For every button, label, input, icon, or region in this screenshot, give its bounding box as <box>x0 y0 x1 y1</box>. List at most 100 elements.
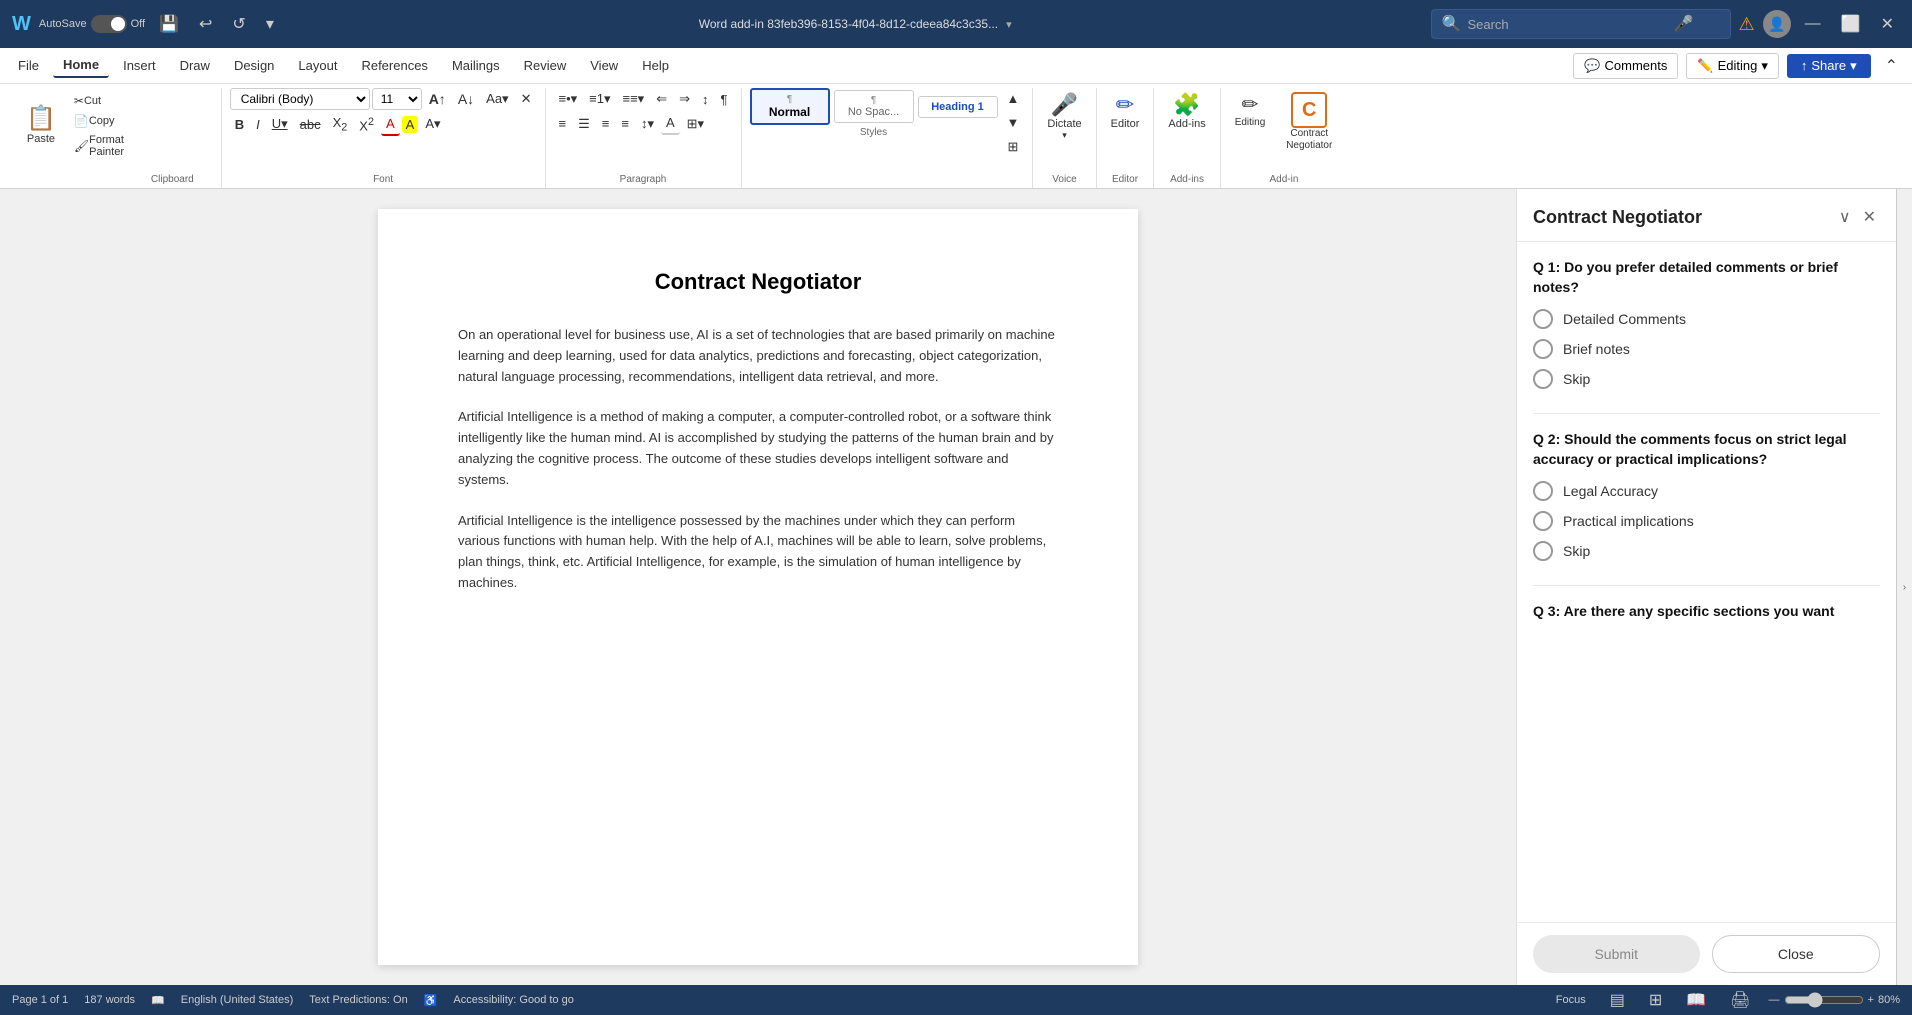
mic-icon[interactable]: 🎤 <box>1673 14 1693 34</box>
align-left-button[interactable]: ≡ <box>554 113 572 134</box>
menu-layout[interactable]: Layout <box>288 54 347 77</box>
show-marks-button[interactable]: ¶ <box>716 89 733 110</box>
italic-button[interactable]: I <box>251 114 265 135</box>
view-read-button[interactable]: 📖 <box>1680 986 1712 1014</box>
copy-button[interactable]: 📄 Copy <box>68 112 130 130</box>
radio-detailed-comments[interactable]: Detailed Comments <box>1533 309 1880 329</box>
font-color-button[interactable]: A <box>381 113 400 136</box>
superscript-button[interactable]: X2 <box>354 113 379 136</box>
underline-button[interactable]: U▾ <box>267 113 293 135</box>
radio-skip-q2[interactable]: Skip <box>1533 541 1880 561</box>
shrink-font-button[interactable]: A↓ <box>453 88 479 110</box>
styles-up-button[interactable]: ▲ <box>1002 88 1025 109</box>
cut-button[interactable]: ✂ Cut <box>68 92 130 110</box>
dictate-button[interactable]: 🎤 Dictate ▾ <box>1041 88 1087 145</box>
sidebar-collapse-tab[interactable]: › <box>1896 189 1912 985</box>
menu-help[interactable]: Help <box>632 54 679 77</box>
autosave-pill[interactable] <box>91 15 127 33</box>
zoom-decrease-icon[interactable]: — <box>1769 994 1780 1006</box>
bullets-button[interactable]: ≡•▾ <box>554 88 583 110</box>
addins-button[interactable]: 🧩 Add-ins <box>1162 88 1211 134</box>
radio-practical-implications[interactable]: Practical implications <box>1533 511 1880 531</box>
radio-skip-q1[interactable]: Skip <box>1533 369 1880 389</box>
menu-insert[interactable]: Insert <box>113 54 166 77</box>
view-print-button[interactable]: 🖨 <box>1724 986 1756 1014</box>
sort-button[interactable]: ↕ <box>697 89 714 110</box>
zoom-increase-icon[interactable]: + <box>1868 994 1874 1006</box>
style-heading1[interactable]: Heading 1 <box>918 96 998 118</box>
view-normal-button[interactable]: ▤ <box>1604 986 1631 1014</box>
search-bar[interactable]: 🔍 🎤 <box>1431 9 1731 39</box>
comments-button[interactable]: 💬 Comments <box>1573 53 1678 79</box>
multilevel-button[interactable]: ≡≡▾ <box>618 88 650 110</box>
radio-legal-accuracy[interactable]: Legal Accuracy <box>1533 481 1880 501</box>
menu-file[interactable]: File <box>8 54 49 77</box>
menu-review[interactable]: Review <box>514 54 577 77</box>
change-case-button[interactable]: Aa▾ <box>481 88 513 110</box>
editing-button[interactable]: ✏️ Editing ▾ <box>1686 53 1778 79</box>
minimize-button[interactable]: — <box>1799 11 1827 37</box>
borders-button[interactable]: ⊞▾ <box>682 113 709 135</box>
radio-brief-notes[interactable]: Brief notes <box>1533 339 1880 359</box>
char-shading-button[interactable]: A▾ <box>420 113 445 135</box>
menu-references[interactable]: References <box>351 54 437 77</box>
align-center-button[interactable]: ☰ <box>573 113 595 135</box>
accessibility-label[interactable]: Accessibility: Good to go <box>453 994 573 1006</box>
style-normal[interactable]: ¶ Normal <box>750 88 830 125</box>
language[interactable]: English (United States) <box>181 994 294 1006</box>
redo-button[interactable]: ↺ <box>226 10 251 38</box>
clear-formatting-button[interactable]: ✕ <box>516 88 537 110</box>
text-predictions[interactable]: Text Predictions: On <box>309 994 407 1006</box>
menu-home[interactable]: Home <box>53 53 109 78</box>
editing-ribbon-button[interactable]: ✏ Editing <box>1229 88 1272 132</box>
contract-negotiator-ribbon-button[interactable]: C ContractNegotiator <box>1279 88 1339 156</box>
increase-indent-button[interactable]: ⇒ <box>674 88 695 110</box>
menu-mailings[interactable]: Mailings <box>442 54 510 77</box>
strikethrough-button[interactable]: abc <box>295 114 326 135</box>
radio-circle-brief[interactable] <box>1533 339 1553 359</box>
subscript-button[interactable]: X2 <box>328 112 353 137</box>
zoom-slider[interactable] <box>1784 992 1864 1008</box>
editor-button[interactable]: ✏ Editor <box>1105 88 1146 134</box>
bold-button[interactable]: B <box>230 114 249 135</box>
styles-expand-button[interactable]: ⊞ <box>1002 136 1025 158</box>
sidebar-chevron-down-button[interactable]: ∨ <box>1835 203 1855 231</box>
radio-circle-skip-q1[interactable] <box>1533 369 1553 389</box>
document-area[interactable]: Contract Negotiator On an operational le… <box>0 189 1516 985</box>
customize-qat-button[interactable]: ▾ <box>260 10 280 38</box>
undo-button[interactable]: ↩ <box>193 10 218 38</box>
avatar[interactable]: 👤 <box>1763 10 1791 38</box>
ribbon-collapse-button[interactable]: ⌃ <box>1879 52 1904 80</box>
sidebar-close-button[interactable]: ✕ <box>1859 203 1880 231</box>
style-no-spacing[interactable]: ¶ No Spac... <box>834 90 914 123</box>
font-size-selector[interactable]: 11 <box>372 88 422 110</box>
justify-button[interactable]: ≡ <box>616 113 634 134</box>
close-panel-button[interactable]: Close <box>1712 935 1881 973</box>
format-painter-button[interactable]: 🖌 Format Painter <box>68 132 130 160</box>
styles-down-button[interactable]: ▼ <box>1002 112 1025 133</box>
window-close-button[interactable]: ✕ <box>1875 10 1900 38</box>
paste-button[interactable]: 📋 Paste <box>16 98 66 151</box>
shading-button[interactable]: A <box>661 112 680 135</box>
save-button[interactable]: 💾 <box>153 10 185 38</box>
radio-circle-legal[interactable] <box>1533 481 1553 501</box>
menu-draw[interactable]: Draw <box>170 54 220 77</box>
doc-title-dropdown[interactable]: ▾ <box>1006 18 1012 31</box>
numbering-button[interactable]: ≡1▾ <box>584 88 615 110</box>
zoom-percent-label[interactable]: 80% <box>1878 994 1900 1006</box>
font-name-selector[interactable]: Calibri (Body) <box>230 88 370 110</box>
focus-button[interactable]: Focus <box>1550 990 1592 1010</box>
autosave-toggle[interactable]: AutoSave Off <box>39 15 145 33</box>
share-button[interactable]: ↑ Share ▾ <box>1787 54 1871 78</box>
menu-view[interactable]: View <box>580 54 628 77</box>
radio-circle-skip-q2[interactable] <box>1533 541 1553 561</box>
align-right-button[interactable]: ≡ <box>597 113 615 134</box>
maximize-button[interactable]: ⬜ <box>1835 10 1867 38</box>
decrease-indent-button[interactable]: ⇐ <box>651 88 672 110</box>
view-web-button[interactable]: ⊞ <box>1643 986 1668 1014</box>
highlight-button[interactable]: A <box>402 116 419 133</box>
search-input[interactable] <box>1467 17 1667 32</box>
radio-circle-practical[interactable] <box>1533 511 1553 531</box>
menu-design[interactable]: Design <box>224 54 284 77</box>
radio-circle-detailed[interactable] <box>1533 309 1553 329</box>
